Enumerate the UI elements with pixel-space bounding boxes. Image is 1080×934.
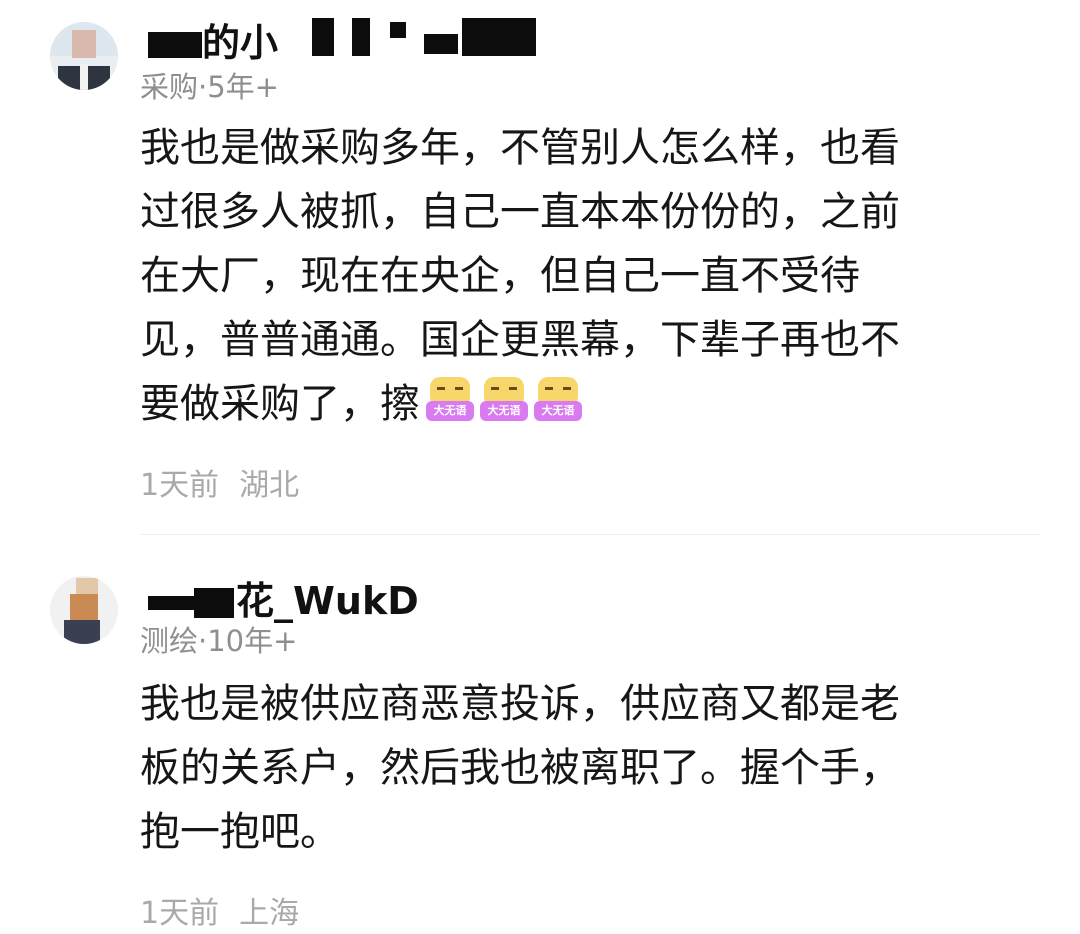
- comment-line: 我也是做采购多年，不管别人怎么样，也看: [140, 125, 900, 171]
- comment-1: 的小 采购·5年+ 我也是做采购多年，不管别人怎么样，也看 过很多人被抓，自己一…: [0, 0, 1080, 534]
- comment-footer: 1天前 上海: [140, 888, 299, 932]
- comment-line: 要做采购了，擦 大无语 大无语 大无语: [140, 372, 1020, 436]
- username-mask: [390, 22, 406, 38]
- avatar-pixel: [70, 594, 98, 620]
- username-mask: [462, 18, 536, 56]
- avatar-pixel: [64, 620, 100, 644]
- comment-location: 湖北: [239, 468, 300, 503]
- comment-line: 抱一抱吧。: [140, 809, 340, 855]
- comment-line: 我也是被供应商恶意投诉，供应商又都是老: [140, 681, 900, 727]
- comment-2: 花_WukD 测绘·10年+ 我也是被供应商恶意投诉，供应商又都是老 板的关系户…: [0, 536, 1080, 934]
- divider: [140, 534, 1040, 535]
- user-meta: 测绘·10年+: [140, 624, 298, 658]
- comment-time: 1天前: [140, 896, 220, 931]
- comment-time: 1天前: [140, 468, 220, 503]
- comment-line: 在大厂，现在在央企，但自己一直不受待: [140, 253, 860, 299]
- comment-location: 上海: [239, 896, 300, 931]
- avatar-pixel: [80, 64, 88, 90]
- comment-line: 见，普普通通。国企更黑幕，下辈子再也不: [140, 317, 900, 363]
- user-meta: 采购·5年+: [140, 70, 279, 104]
- speechless-emoji: 大无语: [480, 377, 528, 423]
- username-mask: [148, 32, 202, 58]
- speechless-emoji: 大无语: [426, 377, 474, 423]
- username[interactable]: 花_WukD: [148, 570, 419, 625]
- username[interactable]: 的小: [148, 12, 278, 67]
- avatar[interactable]: [50, 576, 118, 644]
- comment-footer: 1天前 湖北: [140, 460, 299, 504]
- username-mask: [424, 34, 458, 54]
- username-mask: [194, 588, 234, 618]
- avatar[interactable]: [50, 22, 118, 90]
- avatar-pixel: [72, 30, 96, 58]
- username-mask: [148, 596, 194, 610]
- username-mask: [312, 18, 334, 56]
- comment-line: 板的关系户，然后我也被离职了。握个手，: [140, 745, 900, 791]
- comment-body: 我也是做采购多年，不管别人怎么样，也看 过很多人被抓，自己一直本本份份的，之前 …: [140, 116, 1020, 436]
- speechless-emoji: 大无语: [534, 377, 582, 423]
- comment-body: 我也是被供应商恶意投诉，供应商又都是老 板的关系户，然后我也被离职了。握个手， …: [140, 672, 1020, 864]
- username-mask: [352, 18, 370, 56]
- comment-line: 过很多人被抓，自己一直本本份份的，之前: [140, 189, 900, 235]
